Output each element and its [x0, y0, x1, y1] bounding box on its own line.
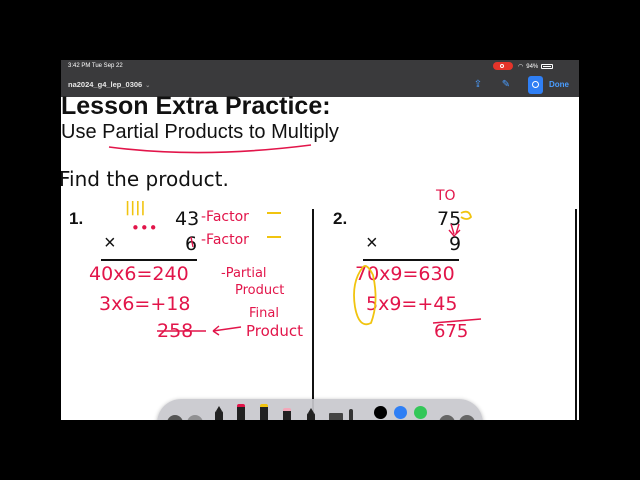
wifi-icon: ◠: [518, 64, 524, 70]
pen-tool[interactable]: [215, 406, 223, 420]
undo-button[interactable]: ↶: [167, 415, 183, 420]
ruler-tool[interactable]: [329, 413, 343, 420]
lasso-tool[interactable]: [307, 408, 315, 420]
marker-tool[interactable]: [237, 404, 245, 420]
screen-recording-indicator[interactable]: [493, 62, 513, 70]
color-swatch-green[interactable]: [414, 406, 427, 419]
color-swatch-black[interactable]: [374, 406, 387, 419]
share-icon[interactable]: ⇪: [471, 78, 485, 92]
document-name: na2024_g4_lep_0306: [68, 80, 143, 89]
status-icons: ◠ 94%: [518, 63, 554, 70]
problem-2-sum-line-stroke: [432, 318, 482, 324]
place-circle-stroke: [353, 265, 377, 326]
eraser-tool[interactable]: [283, 408, 291, 420]
carry-arrows-stroke: [448, 223, 461, 238]
six-tick-stroke: [190, 236, 194, 248]
ones-mark-stroke: [460, 210, 472, 220]
document-title-menu[interactable]: na2024_g4_lep_0306 ⌄: [68, 80, 150, 89]
more-options-icon[interactable]: ···: [459, 415, 475, 420]
ink-strokes: [108, 144, 482, 336]
document-page: Lesson Extra Practice: Use Partial Produ…: [61, 92, 579, 420]
status-time: 3:42 PM Tue Sep 22: [68, 63, 123, 69]
battery-percent: 94%: [526, 63, 539, 70]
redo-button[interactable]: ↷: [187, 415, 203, 420]
add-icon[interactable]: +: [439, 415, 455, 420]
final-arrow-stroke: [212, 325, 242, 336]
done-button[interactable]: Done: [549, 80, 569, 89]
markup-palette: ↶ ↷ + ···: [157, 399, 483, 420]
battery-icon: [541, 64, 554, 69]
color-swatch-blue[interactable]: [394, 406, 407, 419]
ipad-screen: 3:42 PM Tue Sep 22 ◠ 94% na2024_g4_lep_0…: [61, 60, 579, 420]
chevron-down-icon: ⌄: [145, 83, 151, 89]
highlighter-tool[interactable]: [260, 404, 268, 420]
stylus-tool[interactable]: [349, 409, 353, 420]
markup-toggle-button[interactable]: [528, 76, 543, 94]
status-bar: 3:42 PM Tue Sep 22 ◠ 94%: [61, 60, 579, 73]
edit-signature-icon[interactable]: ✎: [499, 78, 513, 92]
subtitle-underline-stroke: [108, 144, 312, 154]
